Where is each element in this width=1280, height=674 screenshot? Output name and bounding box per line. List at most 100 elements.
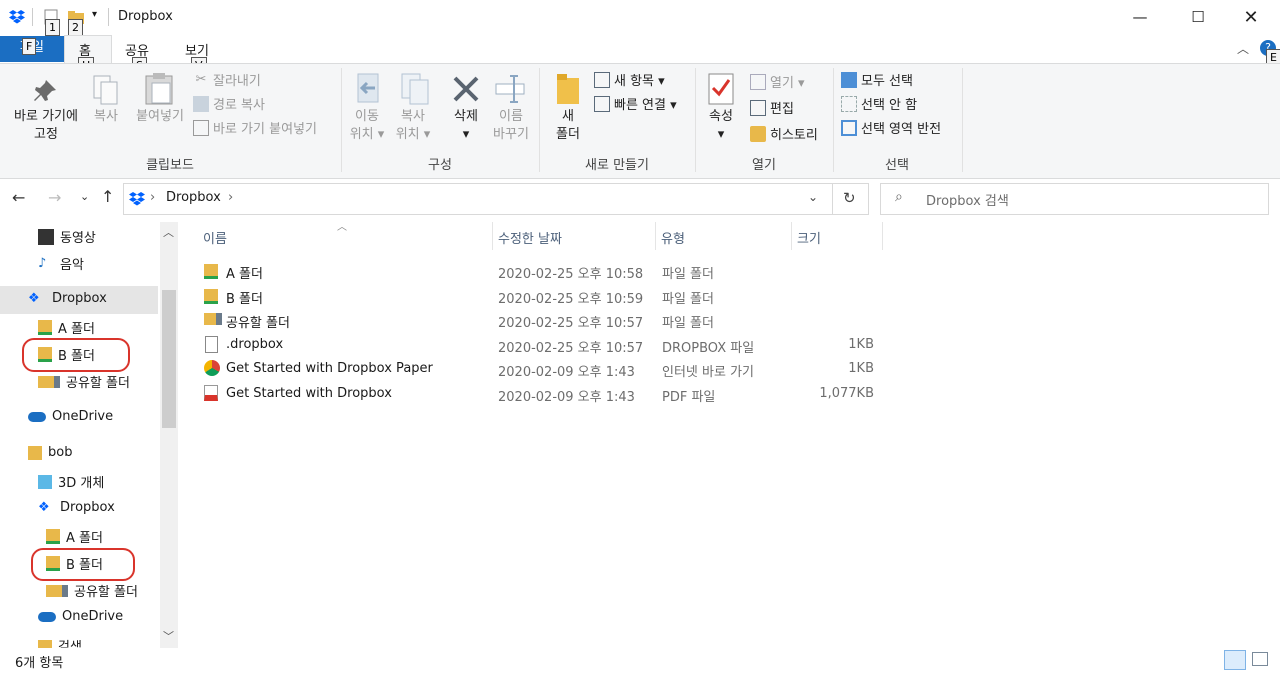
recent-locations-chevron-icon[interactable]: ⌄ — [80, 190, 89, 203]
select-group-label: 선택 — [885, 158, 909, 173]
new-folder-button[interactable]: 새 폴더 — [546, 108, 590, 144]
column-divider[interactable] — [655, 222, 656, 250]
file-type: PDF 파일 — [662, 390, 716, 405]
keytip-f: F — [22, 38, 37, 55]
file-type: 파일 폴더 — [662, 267, 714, 282]
nav-scrollbar[interactable] — [160, 222, 178, 648]
file-row[interactable]: .dropbox 2020-02-25 오후 10:57 DROPBOX 파일 … — [198, 333, 888, 357]
edit-button[interactable]: 편집 — [750, 98, 794, 117]
onedrive-cloud-icon — [28, 411, 46, 422]
nav-item-shared-folder[interactable]: 공유할 폴더 — [38, 372, 130, 391]
select-all-button[interactable]: 모두 선택 — [841, 70, 913, 89]
file-row[interactable]: Get Started with Dropbox Paper 2020-02-0… — [198, 357, 888, 381]
file-name: A 폴더 — [226, 267, 263, 282]
cut-button[interactable]: ✂ 잘라내기 — [193, 70, 261, 90]
nav-label: 공유할 폴더 — [66, 376, 130, 391]
nav-item-dropbox[interactable]: ❖ Dropbox — [28, 291, 107, 306]
column-divider[interactable] — [882, 222, 883, 250]
search-input[interactable]: ⌕ Dropbox 검색 — [880, 183, 1269, 215]
select-all-icon — [841, 71, 857, 88]
column-header-name[interactable]: 이름 — [203, 228, 227, 247]
column-header-modified[interactable]: 수정한 날짜 — [498, 228, 562, 247]
minimize-button[interactable]: — — [1117, 0, 1163, 34]
nav-item-shared-folder-bob[interactable]: 공유할 폴더 — [46, 581, 138, 600]
file-row[interactable]: Get Started with Dropbox 2020-02-09 오후 1… — [198, 382, 888, 406]
rename-button[interactable]: 이름 바꾸기 — [488, 108, 534, 144]
window-title: Dropbox — [118, 9, 173, 24]
status-bar: 6개 항목 — [0, 648, 1280, 674]
qat-customize-dropdown[interactable]: ▾ — [92, 9, 97, 20]
copy-path-label: 경로 복사 — [213, 98, 265, 113]
open-group-label: 열기 — [752, 158, 776, 173]
new-item-button[interactable]: 새 항목 ▾ — [594, 70, 665, 89]
nav-item-videos[interactable]: 동영상 — [38, 227, 96, 246]
address-dropdown-chevron-icon[interactable]: ⌄ — [808, 190, 818, 204]
close-button[interactable]: ✕ — [1228, 0, 1274, 34]
select-none-button[interactable]: 선택 안 함 — [841, 94, 917, 113]
invert-selection-button[interactable]: 선택 영역 반전 — [841, 118, 941, 137]
new-group-label: 새로 만들기 — [585, 158, 649, 173]
highlight-circle — [31, 548, 135, 581]
nav-item-dropbox-bob[interactable]: ❖ Dropbox — [38, 500, 115, 515]
dropbox-icon — [129, 192, 145, 206]
collapse-ribbon-chevron-icon[interactable]: ︿ — [1237, 40, 1249, 57]
maximize-button[interactable]: ☐ — [1175, 0, 1221, 34]
column-divider[interactable] — [492, 222, 493, 250]
shared-folder-icon — [204, 313, 222, 325]
copy-button[interactable]: 복사 — [88, 108, 124, 126]
nav-item-onedrive-bob[interactable]: OneDrive — [38, 609, 123, 624]
history-button[interactable]: 히스토리 — [750, 124, 818, 143]
nav-item-a-folder[interactable]: A 폴더 — [38, 318, 95, 337]
copy-to-button[interactable]: 복사 위치 ▾ — [390, 108, 436, 144]
move-to-button[interactable]: 이동 위치 ▾ — [344, 108, 390, 144]
nav-scrollbar-thumb[interactable] — [162, 290, 176, 428]
file-type: DROPBOX 파일 — [662, 341, 755, 356]
forward-arrow-icon[interactable]: → — [48, 188, 61, 207]
details-view-icon[interactable] — [1224, 650, 1246, 670]
address-bar[interactable]: › Dropbox › ⌄ — [123, 183, 833, 215]
nav-item-music[interactable]: ♪ 음악 — [38, 254, 84, 273]
up-arrow-icon[interactable]: ↑ — [101, 187, 114, 206]
paste-icon — [145, 73, 173, 105]
easy-access-button[interactable]: 빠른 연결 ▾ — [594, 94, 677, 113]
nav-item-onedrive[interactable]: OneDrive — [28, 409, 113, 424]
open-button[interactable]: 열기 ▾ — [750, 72, 805, 91]
nav-item-a-folder-bob[interactable]: A 폴더 — [46, 527, 103, 546]
properties-button[interactable]: 속성 ▾ — [700, 108, 742, 144]
history-icon — [750, 125, 766, 142]
file-name: Get Started with Dropbox — [226, 386, 392, 401]
easy-access-label: 빠른 연결 ▾ — [614, 98, 677, 113]
file-row[interactable]: B 폴더 2020-02-25 오후 10:59 파일 폴더 — [198, 284, 888, 308]
breadcrumb-chevron-icon[interactable]: › — [228, 190, 233, 205]
copy-to-icon — [401, 73, 429, 105]
file-row[interactable]: 공유할 폴더 2020-02-25 오후 10:57 파일 폴더 — [198, 308, 888, 332]
nav-label: Dropbox — [52, 291, 107, 306]
breadcrumb-dropbox[interactable]: Dropbox — [166, 190, 221, 205]
copy-path-button[interactable]: 경로 복사 — [193, 94, 265, 113]
back-arrow-icon[interactable]: ← — [12, 188, 25, 207]
paste-shortcut-icon — [193, 119, 209, 136]
file-size: 1KB — [848, 361, 874, 376]
scroll-down-chevron-icon[interactable]: ﹀ — [163, 628, 174, 644]
file-date: 2020-02-09 오후 1:43 — [498, 390, 635, 405]
3d-cube-icon — [38, 474, 52, 489]
file-row[interactable]: A 폴더 2020-02-25 오후 10:58 파일 폴더 — [198, 259, 888, 283]
column-header-size[interactable]: 크기 — [797, 228, 821, 247]
large-icons-view-icon[interactable] — [1252, 652, 1268, 666]
nav-item-3d-objects[interactable]: 3D 개체 — [38, 472, 104, 491]
column-header-type[interactable]: 유형 — [661, 228, 685, 247]
paste-shortcut-button[interactable]: 바로 가기 붙여넣기 — [193, 118, 317, 137]
nav-label: Dropbox — [60, 500, 115, 515]
refresh-button[interactable]: ↻ — [832, 183, 869, 215]
search-placeholder: Dropbox 검색 — [926, 194, 1009, 209]
select-all-label: 모두 선택 — [861, 74, 913, 89]
paste-button[interactable]: 붙여넣기 — [130, 108, 190, 126]
scroll-up-chevron-icon[interactable]: ︿ — [163, 224, 174, 240]
column-divider[interactable] — [791, 222, 792, 250]
delete-button[interactable]: 삭제 ▾ — [444, 108, 488, 144]
pin-to-quick-access-button[interactable]: 바로 가기에 고정 — [4, 108, 88, 144]
edit-label: 편집 — [770, 102, 794, 117]
organize-group-label: 구성 — [428, 158, 452, 173]
nav-item-bob[interactable]: bob — [28, 445, 72, 460]
nav-item-search[interactable]: 검색 — [38, 636, 82, 648]
